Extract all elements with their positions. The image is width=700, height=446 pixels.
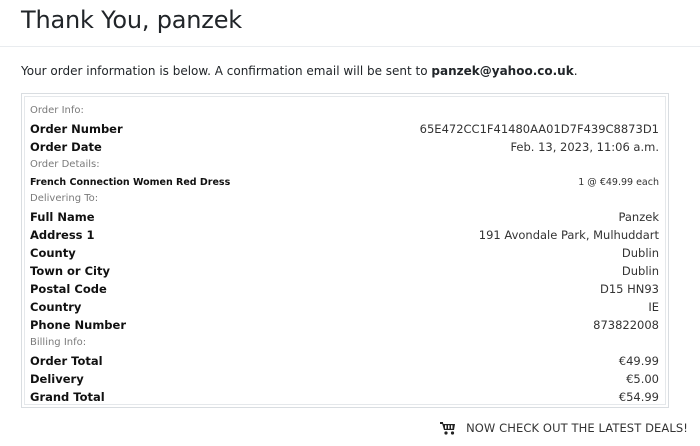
row-full-name: Full Name Panzek	[25, 208, 665, 226]
order-summary-panel: Order Info: Order Number 65E472CC1F41480…	[21, 93, 669, 408]
row-address-1: Address 1 191 Avondale Park, Mulhuddart	[25, 226, 665, 244]
section-order-details: Order Details:	[25, 156, 665, 174]
section-label: Billing Info:	[30, 337, 87, 348]
section-order-info: Order Info:	[25, 102, 665, 120]
full-name-label: Full Name	[30, 210, 95, 224]
section-label: Delivering To:	[30, 193, 99, 204]
intro-text: Your order information is below. A confi…	[21, 64, 432, 78]
order-total-label: Order Total	[30, 354, 103, 368]
page-title: Thank You, panzek	[21, 6, 242, 34]
order-number-value: 65E472CC1F41480AA01D7F439C8873D1	[419, 122, 659, 136]
row-postal-code: Postal Code D15 HN93	[25, 280, 665, 298]
row-order-total: Order Total €49.99	[25, 352, 665, 370]
grand-total-value: €54.99	[618, 390, 659, 404]
phone-label: Phone Number	[30, 318, 127, 332]
row-grand-total: Grand Total €54.99	[25, 388, 665, 406]
order-summary-inner: Order Info: Order Number 65E472CC1F41480…	[24, 96, 666, 405]
intro-suffix: .	[573, 64, 578, 78]
section-billing-info: Billing Info:	[25, 334, 665, 352]
grand-total-label: Grand Total	[30, 390, 105, 404]
intro-message: Your order information is below. A confi…	[21, 64, 578, 78]
confirmation-email: panzek@yahoo.co.uk	[431, 64, 574, 78]
order-number-label: Order Number	[30, 122, 123, 136]
latest-deals-label: NOW CHECK OUT THE LATEST DEALS!	[466, 421, 688, 435]
section-delivering-to: Delivering To:	[25, 190, 665, 208]
country-value: IE	[648, 300, 659, 314]
delivery-value: €5.00	[626, 372, 659, 386]
phone-value: 873822008	[593, 318, 659, 332]
order-date-value: Feb. 13, 2023, 11:06 a.m.	[510, 140, 659, 154]
order-date-label: Order Date	[30, 140, 102, 154]
town-value: Dublin	[621, 264, 659, 278]
town-label: Town or City	[30, 264, 110, 278]
row-county: County Dublin	[25, 244, 665, 262]
row-country: Country IE	[25, 298, 665, 316]
section-label: Order Info:	[30, 105, 84, 116]
county-value: Dublin	[621, 246, 659, 260]
address-1-value: 191 Avondale Park, Mulhuddart	[478, 228, 659, 242]
country-label: Country	[30, 300, 82, 314]
divider	[0, 46, 700, 47]
row-order-number: Order Number 65E472CC1F41480AA01D7F439C8…	[25, 120, 665, 138]
delivery-label: Delivery	[30, 372, 84, 386]
shopping-carts-icon	[440, 421, 456, 435]
postal-code-label: Postal Code	[30, 282, 107, 296]
row-town: Town or City Dublin	[25, 262, 665, 280]
order-total-value: €49.99	[618, 354, 659, 368]
address-1-label: Address 1	[30, 228, 95, 242]
row-phone: Phone Number 873822008	[25, 316, 665, 334]
latest-deals-link[interactable]: NOW CHECK OUT THE LATEST DEALS!	[440, 421, 688, 435]
row-order-date: Order Date Feb. 13, 2023, 11:06 a.m.	[25, 138, 665, 156]
row-delivery: Delivery €5.00	[25, 370, 665, 388]
section-label: Order Details:	[30, 159, 100, 170]
full-name-value: Panzek	[618, 210, 659, 224]
county-label: County	[30, 246, 76, 260]
postal-code-value: D15 HN93	[599, 282, 659, 296]
